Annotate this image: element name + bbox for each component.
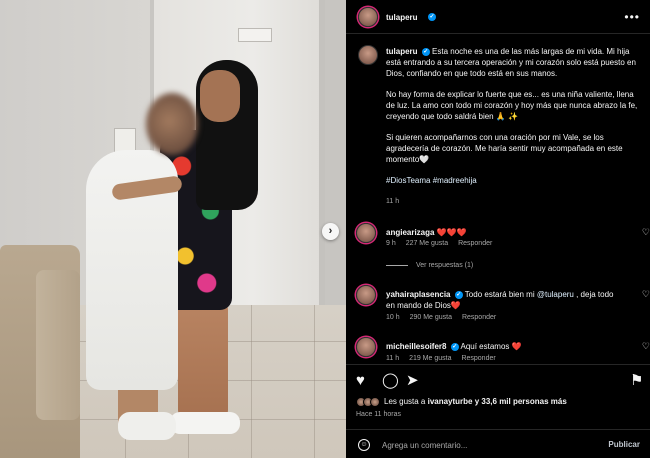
post-time-ago[interactable]: Hace 11 horas [356,411,401,418]
photo-wall-right [325,0,346,320]
hashtag-link[interactable]: #DiosTeama [386,176,430,185]
comment-text: ❤️❤️❤️ [436,228,467,237]
author-username[interactable]: tulaperu [386,13,418,22]
replies-divider [386,264,408,266]
post-caption: tulaperu ✓ Esta noche es una de las más … [386,46,640,196]
photo-child-head-blurred [146,93,198,155]
comment-mention-link[interactable]: @tulaperu [537,290,574,299]
commenter-avatar[interactable] [356,337,376,357]
likes-summary: Les gusta a ivanayturbe y 33,6 mil perso… [356,397,567,407]
comment-reply-button[interactable]: Responder [458,240,492,247]
photo-mother-legs [178,300,228,420]
author-avatar[interactable] [358,7,378,27]
comment-like-heart-icon[interactable]: ♡ [642,289,650,300]
comment-time[interactable]: 9 h [386,240,396,247]
comment-reply-button[interactable]: Responder [461,355,495,362]
liker-avatar [370,397,380,407]
photo-mother-shoes [170,412,240,434]
comment-actions: 10 h 290 Me gusta Responder [386,314,504,321]
comment-likes[interactable]: 219 Me gusta [409,355,451,362]
save-bookmark-icon[interactable]: ⚑ [630,373,643,389]
comment-like-heart-icon[interactable]: ♡ [642,227,650,238]
comment-actions: 11 h 219 Me gusta Responder [386,355,504,362]
view-replies-label: Ver respuestas (1) [416,262,474,269]
comments-scroll-area[interactable]: tulaperu ✓ Esta noche es una de las más … [346,35,650,365]
post-footer: ♥ ◯ ➤ ⚑ Les gusta a ivanayturbe y 33,6 m… [346,364,650,458]
comment-body: yahairaplasencia ✓ Todo estará bien mi @… [386,289,616,311]
commenter-username[interactable]: angiearizaga [386,228,434,237]
caption-author-avatar[interactable] [358,45,378,65]
comment-actions: 9 h 227 Me gusta Responder [386,240,500,247]
comment-input[interactable] [382,436,602,454]
comment-text-start: Todo estará bien mi [464,290,537,299]
like-heart-icon[interactable]: ♥ [356,373,365,389]
likes-count-link[interactable]: y 33,6 mil personas más [473,397,567,406]
share-icon[interactable]: ➤ [406,373,419,389]
commenter-username[interactable]: micheillesoifer8 [386,342,446,351]
post-header: tulaperu ✓ ••• [346,0,650,34]
publish-comment-button[interactable]: Publicar [608,440,640,449]
post-side-panel: tulaperu ✓ ••• tulaperu ✓ Esta noche es … [346,0,650,458]
post-action-bar: ♥ ◯ ➤ ⚑ [356,373,646,391]
likes-text-start: Les gusta a [384,397,428,407]
more-options-icon[interactable]: ••• [624,10,640,24]
post-photo[interactable]: › [0,0,346,458]
view-replies-button[interactable]: Ver respuestas (1) [386,262,473,269]
hashtag-link[interactable]: #madreehija [433,176,477,185]
caption-username[interactable]: tulaperu [386,47,418,56]
comment-icon[interactable]: ◯ [382,373,399,389]
liker-username[interactable]: ivanayturbe [428,397,473,406]
commenter-username[interactable]: yahairaplasencia [386,290,450,299]
commenter-avatar[interactable] [356,223,376,243]
comment-like-heart-icon[interactable]: ♡ [642,341,650,352]
photo-child-shoes [118,412,176,440]
liker-avatars [356,397,380,407]
comment-time[interactable]: 10 h [386,314,400,321]
comment-reply-button[interactable]: Responder [462,314,496,321]
verified-badge-icon: ✓ [428,13,436,21]
commenter-avatar[interactable] [356,285,376,305]
commenter-verified-badge-icon: ✓ [454,290,463,299]
caption-verified-badge-icon: ✓ [421,47,430,56]
photo-door-sign [238,28,272,42]
caption-timestamp[interactable]: 11 h [386,198,399,205]
comment-body: micheillesoifer8 ✓ Aquí estamos ❤️ [386,341,616,352]
caption-paragraph-3: Si quieren acompañarnos con una oración … [386,133,623,164]
add-comment-bar: ☺ Publicar [346,429,650,458]
emoji-picker-icon[interactable]: ☺ [358,439,370,451]
comment-time[interactable]: 11 h [386,355,399,362]
caption-paragraph-2: No hay forma de explicar lo fuerte que e… [386,90,638,121]
next-image-button[interactable]: › [322,223,339,240]
photo-sofa-arm [36,270,80,420]
comment-likes[interactable]: 227 Me gusta [406,240,448,247]
commenter-verified-badge-icon: ✓ [450,342,459,351]
comment-body: angiearizaga ❤️❤️❤️ [386,227,616,238]
comment-likes[interactable]: 290 Me gusta [410,314,452,321]
caption-hashtags: #DiosTeama #madreehija [386,175,640,186]
comment-text: Aquí estamos ❤️ [460,342,522,351]
photo-mother-face [200,70,240,122]
